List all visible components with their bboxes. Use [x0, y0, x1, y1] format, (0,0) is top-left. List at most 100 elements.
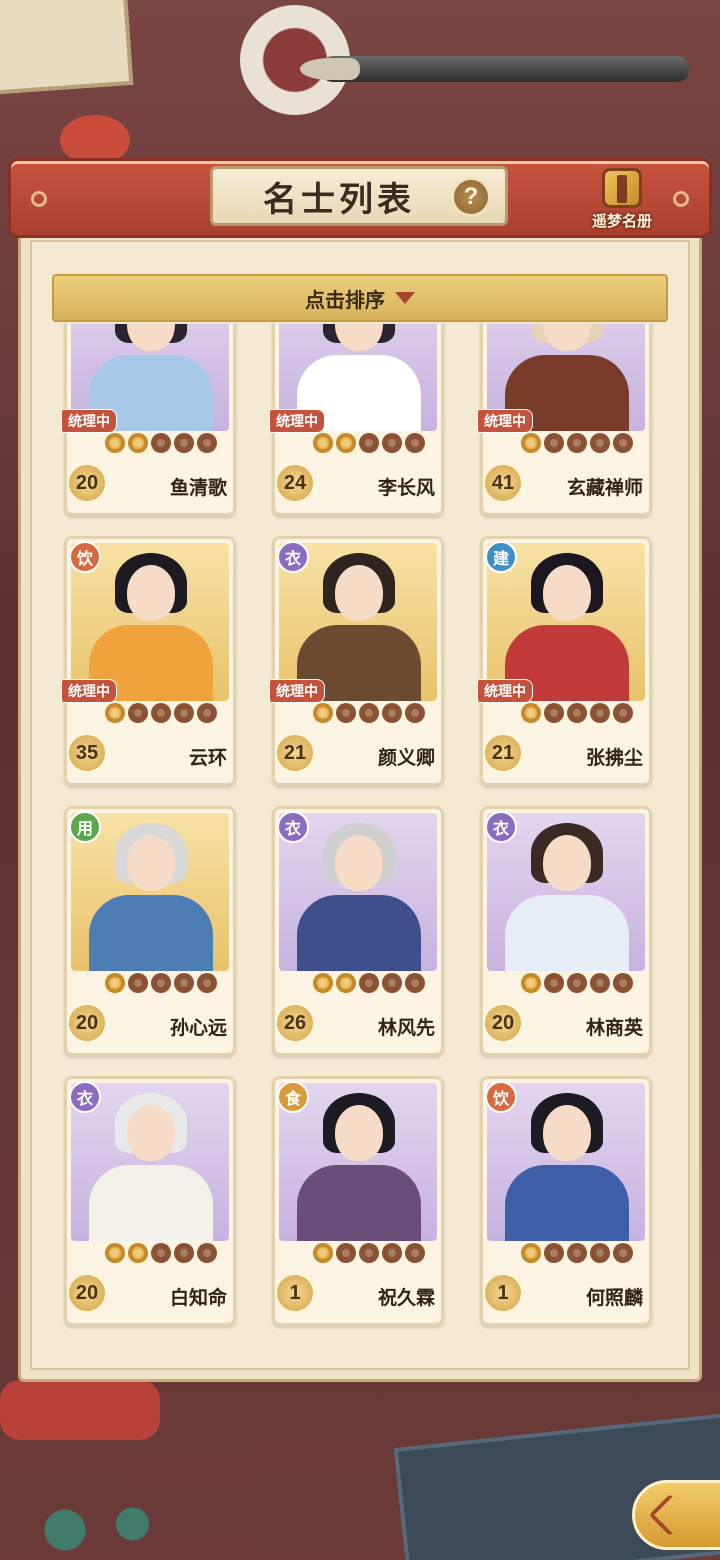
star-icon: [567, 973, 587, 993]
star-icon: [128, 703, 148, 723]
portrait-face: [127, 324, 175, 351]
star-icon: [590, 1243, 610, 1263]
portrait-face: [335, 1105, 383, 1161]
portrait-robe: [505, 895, 629, 971]
star-icon: [313, 703, 333, 723]
star-rating: [313, 433, 425, 453]
star-icon: [313, 1243, 333, 1263]
dream-roster-button[interactable]: 遥梦名册: [584, 168, 660, 238]
star-rating: [105, 703, 217, 723]
character-card[interactable]: 饮统理中 35 云环: [61, 536, 236, 786]
level-badge: 21: [483, 733, 523, 773]
portrait-robe: [297, 1165, 421, 1241]
star-icon: [313, 973, 333, 993]
star-rating: [105, 1243, 217, 1263]
star-icon: [174, 1243, 194, 1263]
character-card[interactable]: 衣 26 林风先: [272, 806, 444, 1056]
dream-roster-label: 遥梦名册: [591, 212, 652, 230]
leaves-decoration: [20, 1500, 170, 1560]
status-badge: 统理中: [269, 679, 325, 703]
portrait-robe: [89, 895, 213, 971]
category-badge: 饮: [485, 1081, 517, 1113]
star-rating: [521, 703, 633, 723]
character-name: 祝久霖: [377, 1287, 435, 1309]
category-badge: 衣: [485, 811, 517, 843]
category-badge: 食: [277, 1081, 309, 1113]
star-icon: [521, 433, 541, 453]
star-icon: [151, 433, 171, 453]
character-card[interactable]: 统理中 41 玄藏禅师: [477, 324, 652, 516]
star-rating: [521, 1243, 633, 1263]
portrait-face: [335, 565, 383, 621]
star-icon: [336, 1243, 356, 1263]
star-icon: [544, 973, 564, 993]
status-badge: 统理中: [61, 409, 117, 433]
star-rating: [521, 433, 633, 453]
star-rating: [313, 973, 425, 993]
portrait-face: [127, 835, 175, 891]
portrait-face: [543, 835, 591, 891]
character-card[interactable]: 统理中 20 鱼清歌: [61, 324, 236, 516]
character-card[interactable]: 统理中 24 李长风: [269, 324, 444, 516]
star-rating: [521, 973, 633, 993]
character-name: 何照麟: [585, 1287, 643, 1309]
star-icon: [590, 703, 610, 723]
character-card[interactable]: 衣 20 白知命: [64, 1076, 236, 1326]
status-badge: 统理中: [477, 679, 533, 703]
question-icon: ?: [463, 183, 479, 210]
character-card[interactable]: 用 20 孙心远: [64, 806, 236, 1056]
star-icon: [197, 1243, 217, 1263]
level-badge: 20: [483, 1003, 523, 1043]
star-icon: [174, 973, 194, 993]
star-icon: [544, 433, 564, 453]
star-icon: [521, 1243, 541, 1263]
sort-button[interactable]: 点击排序: [52, 274, 668, 322]
character-card[interactable]: 食 1 祝久霖: [272, 1076, 444, 1326]
star-icon: [197, 703, 217, 723]
star-icon: [405, 433, 425, 453]
star-icon: [105, 703, 125, 723]
card-scroll-area[interactable]: 统理中 20 鱼清歌 统理中 24 李长风 统理中 41 玄藏禅师饮统理中 35 云环衣统理中 21 颜…: [50, 324, 670, 1334]
level-badge: 1: [483, 1273, 523, 1313]
star-icon: [128, 1243, 148, 1263]
help-button[interactable]: ?: [451, 177, 491, 217]
character-name: 颜义卿: [377, 747, 435, 769]
cloud-ornament-icon: [673, 191, 689, 207]
book-icon: [602, 168, 642, 208]
star-rating: [105, 433, 217, 453]
star-icon: [336, 703, 356, 723]
star-icon: [359, 973, 379, 993]
star-icon: [105, 1243, 125, 1263]
character-card[interactable]: 建统理中 21 张拂尘: [477, 536, 652, 786]
category-badge: 衣: [69, 1081, 101, 1113]
star-icon: [613, 703, 633, 723]
character-name: 李长风: [377, 477, 435, 499]
category-badge: 衣: [277, 541, 309, 573]
category-badge: 饮: [69, 541, 101, 573]
star-icon: [336, 973, 356, 993]
star-icon: [613, 1243, 633, 1263]
character-card[interactable]: 衣 20 林商英: [480, 806, 652, 1056]
star-icon: [151, 973, 171, 993]
character-name: 张拂尘: [585, 747, 643, 769]
status-badge: 统理中: [61, 679, 117, 703]
category-badge: 衣: [277, 811, 309, 843]
star-icon: [567, 433, 587, 453]
star-icon: [405, 973, 425, 993]
star-icon: [174, 433, 194, 453]
back-arrow-icon: [648, 1493, 692, 1537]
back-button[interactable]: [632, 1480, 720, 1550]
cloud-ornament-icon: [31, 191, 47, 207]
star-icon: [105, 973, 125, 993]
level-badge: 24: [275, 463, 315, 503]
card-grid: 统理中 20 鱼清歌 统理中 24 李长风 统理中 41 玄藏禅师饮统理中 35 云环衣统理中 21 颜…: [61, 324, 652, 1334]
star-icon: [521, 973, 541, 993]
triangle-down-icon: [395, 292, 415, 304]
character-card[interactable]: 饮 1 何照麟: [480, 1076, 652, 1326]
desk-book-decoration: [0, 0, 134, 96]
star-icon: [336, 433, 356, 453]
cloth-decoration: [0, 1380, 160, 1440]
star-icon: [405, 703, 425, 723]
star-icon: [382, 703, 402, 723]
character-card[interactable]: 衣统理中 21 颜义卿: [269, 536, 444, 786]
